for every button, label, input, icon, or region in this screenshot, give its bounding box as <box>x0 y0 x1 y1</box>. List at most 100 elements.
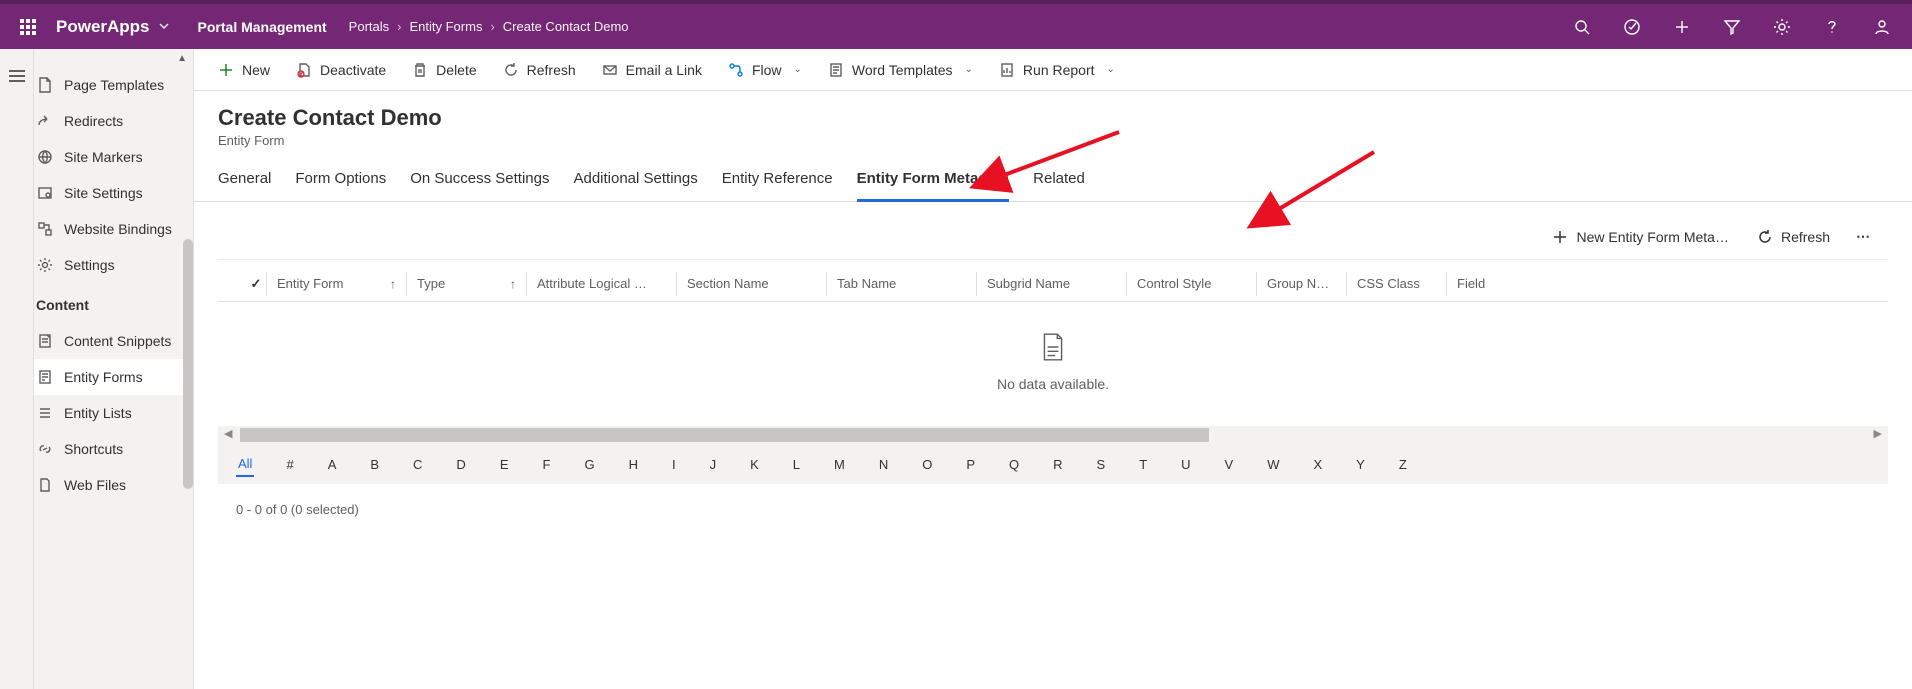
sidebar-item-settings[interactable]: Settings <box>34 247 193 283</box>
sidebar-item-shortcuts[interactable]: Shortcuts <box>34 431 193 467</box>
help-icon[interactable] <box>1810 5 1854 49</box>
sidebar-item-site-markers[interactable]: Site Markers <box>34 139 193 175</box>
sidebar-scrollbar[interactable] <box>183 239 193 489</box>
alpha-filter-all[interactable]: All <box>236 452 254 477</box>
add-icon[interactable] <box>1660 5 1704 49</box>
search-icon[interactable] <box>1560 5 1604 49</box>
sidebar-item-content-snippets[interactable]: Content Snippets <box>34 323 193 359</box>
tab-entity-reference[interactable]: Entity Reference <box>722 166 833 201</box>
column-header[interactable]: Group N… <box>1256 272 1346 296</box>
column-header[interactable]: Tab Name <box>826 272 976 296</box>
alpha-filter[interactable]: I <box>670 453 678 476</box>
app-launcher-icon[interactable] <box>8 7 48 47</box>
user-icon[interactable] <box>1860 5 1904 49</box>
new-button[interactable]: New <box>210 57 278 83</box>
alpha-filter[interactable]: Q <box>1007 453 1021 476</box>
breadcrumb-item[interactable]: Create Contact Demo <box>503 19 629 34</box>
column-header[interactable]: Type↑ <box>406 272 526 296</box>
alpha-filter[interactable]: H <box>627 453 640 476</box>
tab-on-success[interactable]: On Success Settings <box>410 166 549 201</box>
alpha-filter[interactable]: C <box>411 453 424 476</box>
alpha-filter[interactable]: Y <box>1354 453 1367 476</box>
alpha-filter[interactable]: O <box>920 453 934 476</box>
alpha-filter[interactable]: J <box>708 453 719 476</box>
tab-additional[interactable]: Additional Settings <box>573 166 697 201</box>
column-header[interactable]: Entity Form↑ <box>266 272 406 296</box>
page-title: Create Contact Demo <box>218 105 1888 131</box>
delete-button[interactable]: Delete <box>404 57 484 83</box>
filter-icon[interactable] <box>1710 5 1754 49</box>
sort-asc-icon: ↑ <box>510 277 516 291</box>
alpha-filter[interactable]: U <box>1179 453 1192 476</box>
sidebar-item-label: Settings <box>64 257 115 273</box>
sidebar-item-entity-forms[interactable]: Entity Forms <box>34 359 193 395</box>
breadcrumb: Portals › Entity Forms › Create Contact … <box>349 19 629 34</box>
grid-horizontal-scrollbar[interactable]: ◀ ▶ <box>218 426 1888 444</box>
sidebar-item-site-settings[interactable]: Site Settings <box>34 175 193 211</box>
more-commands-icon[interactable]: ⋯ <box>1852 224 1876 249</box>
flow-button[interactable]: Flow⌄ <box>720 57 810 83</box>
column-header[interactable]: CSS Class <box>1346 272 1446 296</box>
sidebar-item-page-templates[interactable]: Page Templates <box>34 67 193 103</box>
sidebar-item-redirects[interactable]: Redirects <box>34 103 193 139</box>
sidebar-item-web-files[interactable]: Web Files <box>34 467 193 503</box>
email-link-button[interactable]: Email a Link <box>594 57 710 83</box>
scroll-left-icon[interactable]: ◀ <box>224 427 232 440</box>
breadcrumb-item[interactable]: Entity Forms <box>409 19 482 34</box>
alpha-filter[interactable]: X <box>1312 453 1325 476</box>
task-icon[interactable] <box>1610 5 1654 49</box>
tab-general[interactable]: General <box>218 166 271 201</box>
scroll-right-icon[interactable]: ▶ <box>1874 427 1882 440</box>
word-templates-button[interactable]: Word Templates⌄ <box>820 57 981 83</box>
column-header[interactable]: Subgrid Name <box>976 272 1126 296</box>
sidebar-section-content: Content <box>34 283 193 323</box>
column-header[interactable]: Attribute Logical … <box>526 272 676 296</box>
select-all-check-icon[interactable]: ✓ <box>246 276 266 292</box>
sidebar-item-label: Site Markers <box>64 149 143 165</box>
column-header[interactable]: Section Name <box>676 272 826 296</box>
refresh-button[interactable]: Refresh <box>495 57 584 83</box>
tab-related[interactable]: Related <box>1033 166 1085 201</box>
alpha-filter[interactable]: P <box>964 453 977 476</box>
alpha-filter[interactable]: F <box>540 453 552 476</box>
alpha-filter[interactable]: M <box>832 453 847 476</box>
sidebar-item-label: Content Snippets <box>64 333 171 349</box>
chevron-down-icon: ⌄ <box>794 64 802 75</box>
brand-chevron-icon[interactable] <box>158 19 170 35</box>
new-entity-form-metadata-button[interactable]: New Entity Form Meta… <box>1546 225 1734 249</box>
app-area-label[interactable]: Portal Management <box>198 19 327 35</box>
alpha-filter[interactable]: D <box>454 453 467 476</box>
alpha-filter[interactable]: K <box>748 453 761 476</box>
sidebar-item-entity-lists[interactable]: Entity Lists <box>34 395 193 431</box>
alpha-filter[interactable]: W <box>1265 453 1281 476</box>
hamburger-icon[interactable] <box>9 67 25 85</box>
alpha-filter[interactable]: G <box>582 453 596 476</box>
sidebar-item-label: Site Settings <box>64 185 143 201</box>
alpha-filter[interactable]: R <box>1051 453 1064 476</box>
alpha-filter[interactable]: E <box>498 453 511 476</box>
alpha-filter[interactable]: T <box>1137 453 1149 476</box>
column-header[interactable]: Field <box>1446 272 1496 296</box>
column-header[interactable]: Control Style <box>1126 272 1256 296</box>
alpha-filter[interactable]: # <box>284 453 295 476</box>
subgrid-refresh-button[interactable]: Refresh <box>1751 225 1836 249</box>
breadcrumb-item[interactable]: Portals <box>349 19 389 34</box>
alpha-filter[interactable]: L <box>791 453 802 476</box>
gear-icon[interactable] <box>1760 5 1804 49</box>
alpha-filter[interactable]: B <box>368 453 381 476</box>
sidebar-collapse-icon[interactable]: ▲ <box>177 53 187 64</box>
sort-asc-icon: ↑ <box>390 277 396 291</box>
tab-form-options[interactable]: Form Options <box>295 166 386 201</box>
alpha-filter[interactable]: N <box>877 453 890 476</box>
sidebar-item-label: Redirects <box>64 113 123 129</box>
file-icon <box>36 476 54 494</box>
alpha-filter[interactable]: A <box>326 453 339 476</box>
tab-entity-form-metadata[interactable]: Entity Form Metadata <box>857 166 1010 202</box>
run-report-button[interactable]: Run Report⌄ <box>991 57 1123 83</box>
sidebar-item-label: Page Templates <box>64 77 164 93</box>
deactivate-button[interactable]: Deactivate <box>288 57 394 83</box>
alpha-filter[interactable]: Z <box>1397 453 1409 476</box>
alpha-filter[interactable]: V <box>1223 453 1236 476</box>
sidebar-item-website-bindings[interactable]: Website Bindings <box>34 211 193 247</box>
alpha-filter[interactable]: S <box>1095 453 1108 476</box>
